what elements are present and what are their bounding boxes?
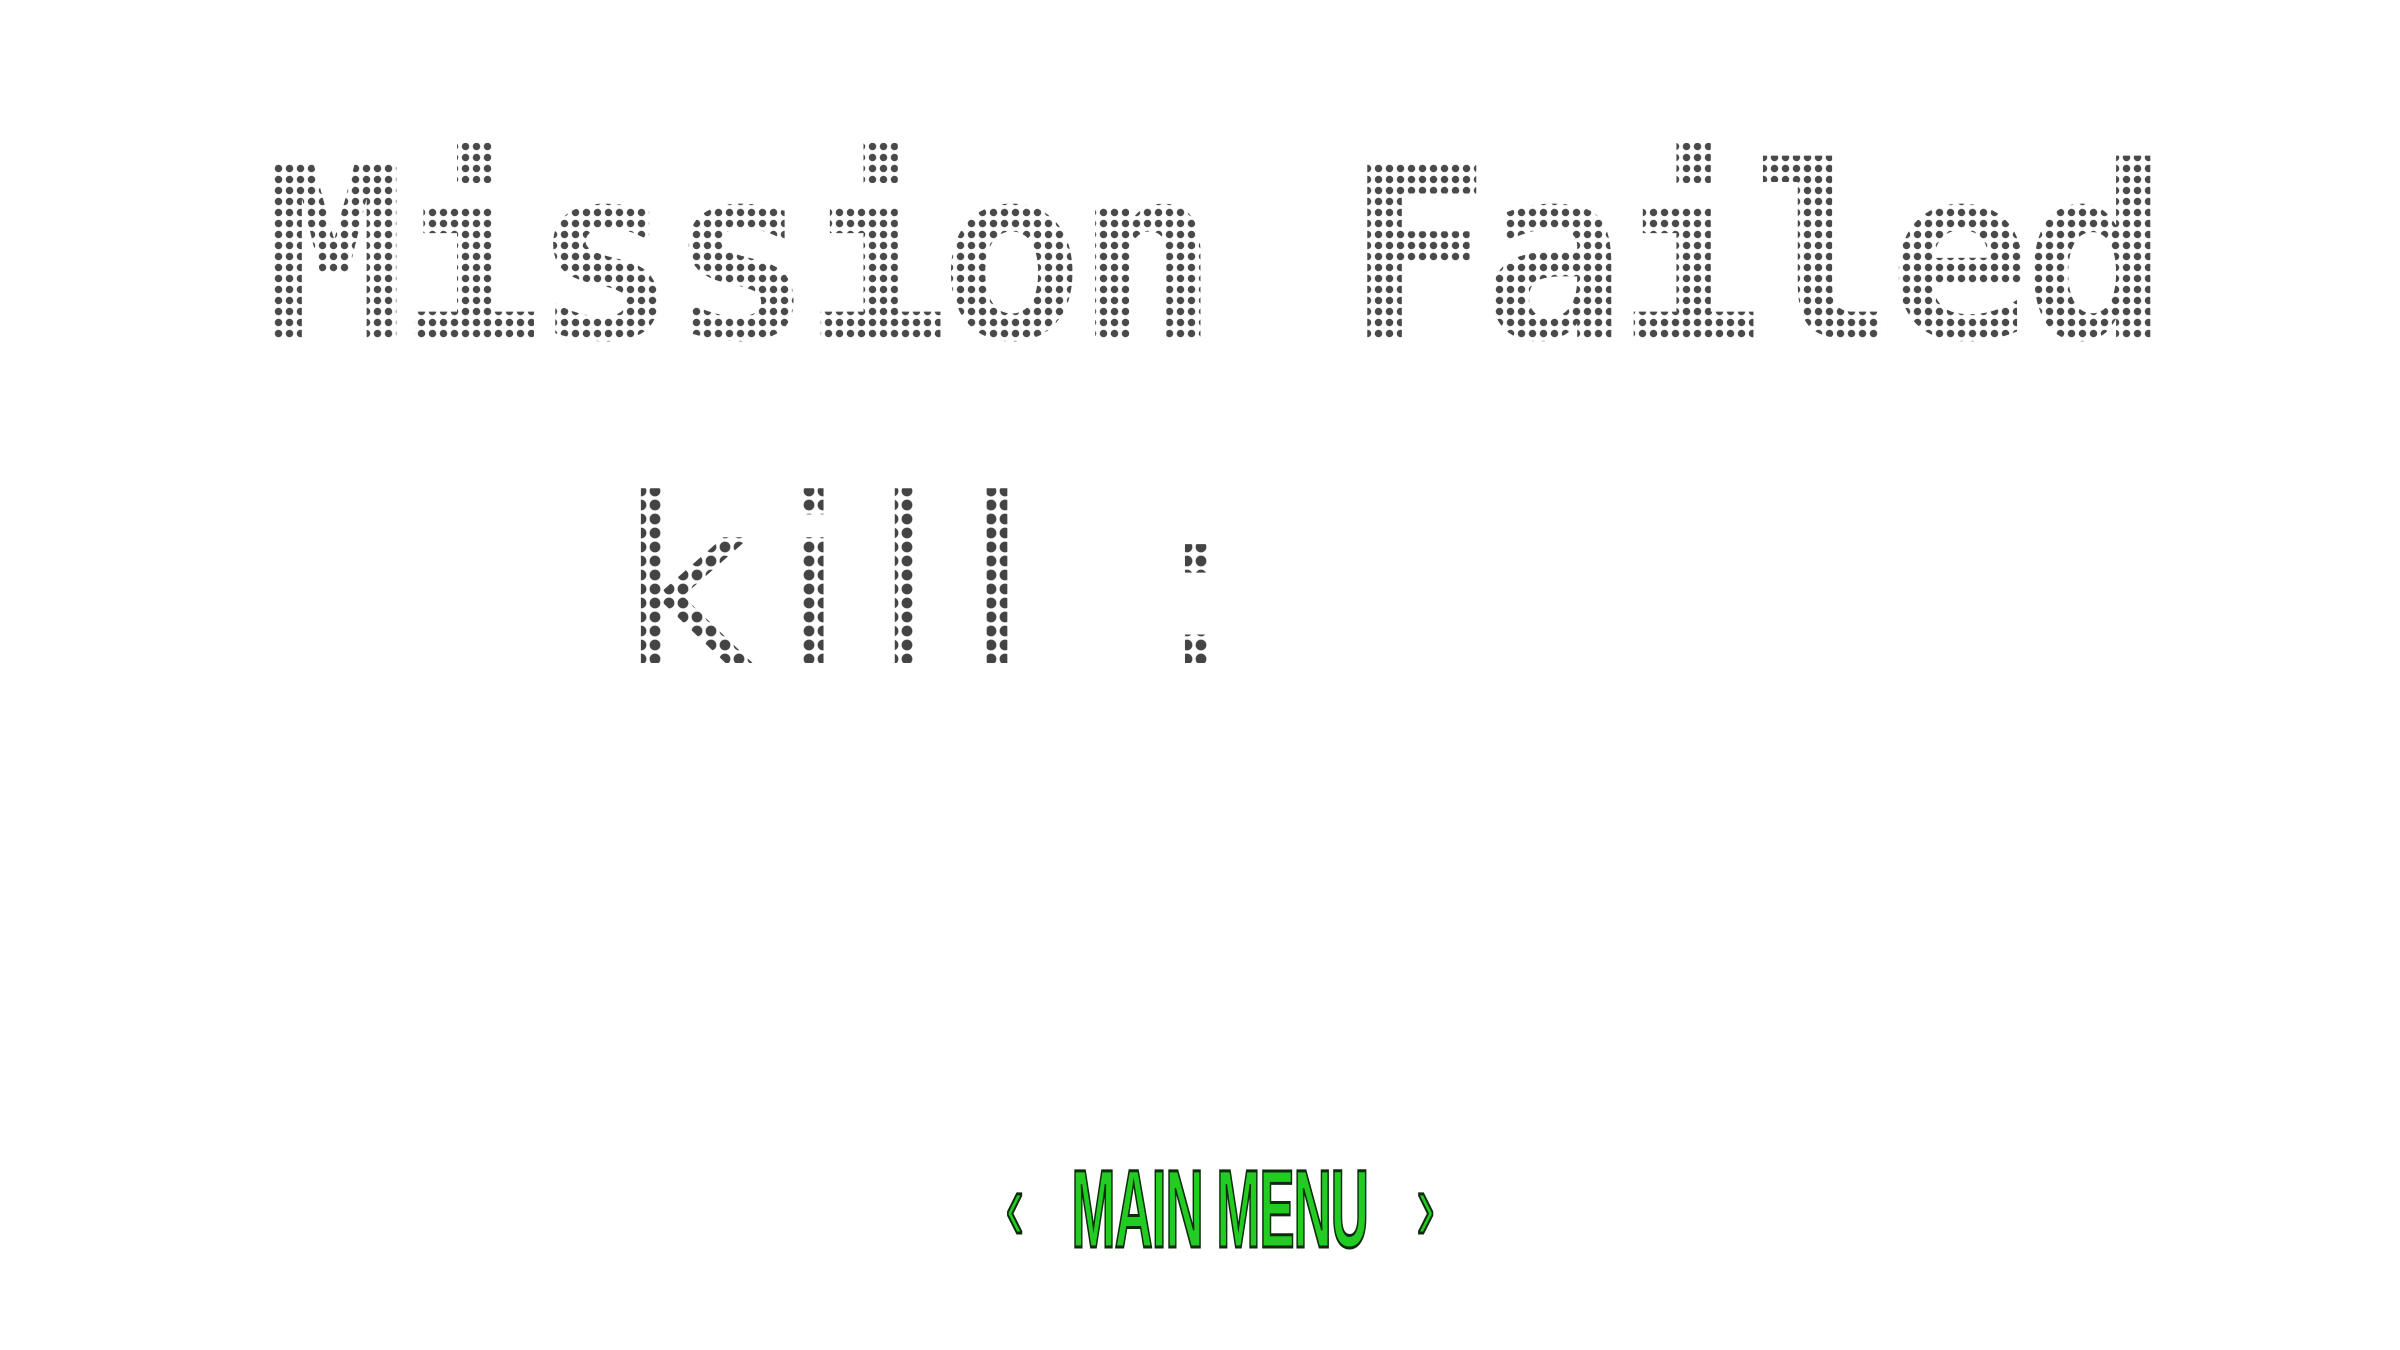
- kill-label: kill :: [620, 451, 1264, 718]
- main-menu-label: MAIN MENU: [1071, 1148, 1370, 1271]
- main-menu-button[interactable]: ‹ MAIN MENU ›: [1005, 1148, 1436, 1271]
- kill-counter: kill :: [620, 470, 1294, 700]
- game-over-screen: Mission Failed kill : ‹ MAIN MENU ›: [0, 0, 2400, 1350]
- chevron-right-icon: ›: [1415, 1150, 1435, 1262]
- chevron-left-icon: ‹: [1005, 1150, 1025, 1262]
- mission-failed-title: Mission Failed: [262, 130, 2168, 380]
